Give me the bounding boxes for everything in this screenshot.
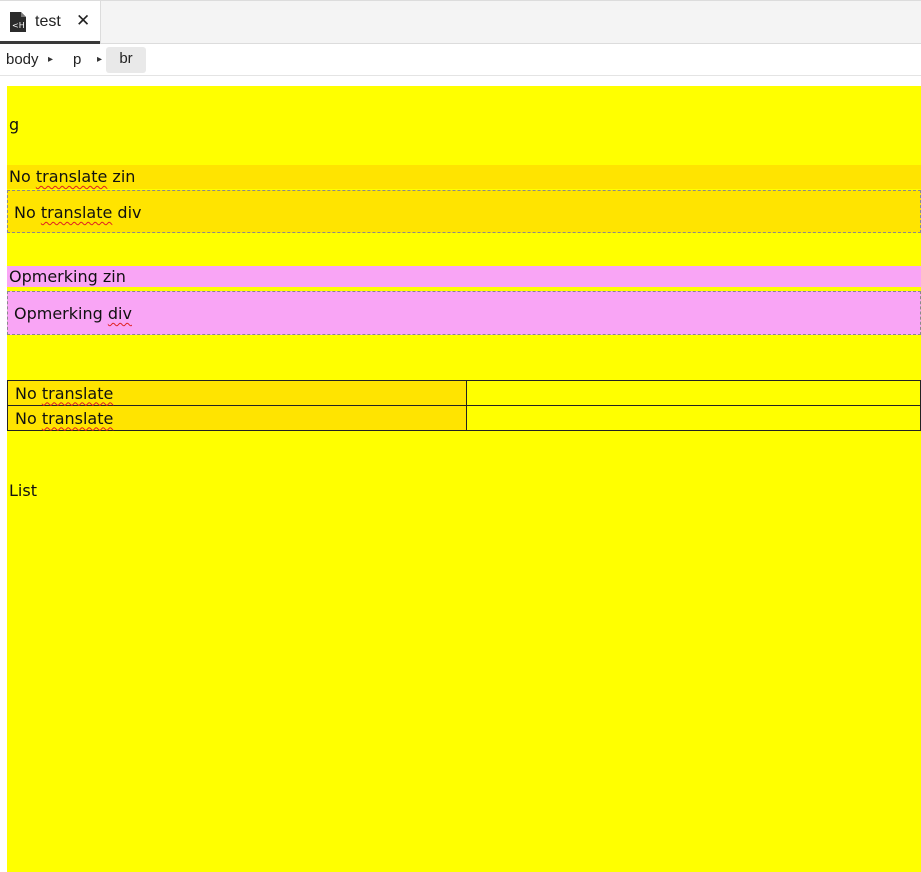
spellcheck-word: translate [41,408,114,428]
text-segment: No [15,408,42,428]
text-segment: div [112,203,142,222]
close-icon[interactable]: ✕ [76,11,90,31]
text-segment: zin [107,167,136,186]
table-row: No translate [7,405,921,431]
breadcrumb-item-body[interactable]: body [6,51,39,68]
table-cell[interactable] [466,405,921,431]
no-translate-table: No translate No translate [7,380,921,431]
html-file-icon: <H [10,12,26,32]
paragraph-g[interactable]: g [9,115,19,134]
text-segment: No [9,167,36,186]
breadcrumb-item-p[interactable]: p [73,51,81,68]
table-cell[interactable]: No translate [7,405,467,431]
spellcheck-word: translate [41,383,114,403]
remark-sentence-text: Opmerking zin [9,267,126,286]
chevron-right-icon: ▸ [97,54,103,65]
tab-title: test [35,13,61,30]
breadcrumb: body ▸ p ▸ br [0,44,921,76]
remark-div[interactable]: Opmerking div [7,291,921,335]
remark-sentence[interactable]: Opmerking zin [7,266,921,287]
tab-bar: <H test ✕ [0,0,921,44]
text-segment: No [15,383,42,403]
tab-test[interactable]: <H test ✕ [0,1,101,44]
document-editor[interactable]: g No translate zin No translate div Opme… [7,86,921,872]
table-cell[interactable] [466,380,921,406]
text-segment: Opmerking [14,304,108,323]
chevron-right-icon: ▸ [48,54,54,65]
spellcheck-word: translate [35,167,108,186]
svg-text:<H: <H [12,21,25,30]
text-segment: No [14,203,41,222]
table-row: No translate [7,380,921,406]
spellcheck-word: div [107,304,132,323]
no-translate-sentence[interactable]: No translate zin [7,165,921,189]
list-label[interactable]: List [9,481,37,500]
table-cell[interactable]: No translate [7,380,467,406]
spellcheck-word: translate [40,203,113,222]
breadcrumb-item-br[interactable]: br [106,47,146,73]
no-translate-div[interactable]: No translate div [7,190,921,233]
